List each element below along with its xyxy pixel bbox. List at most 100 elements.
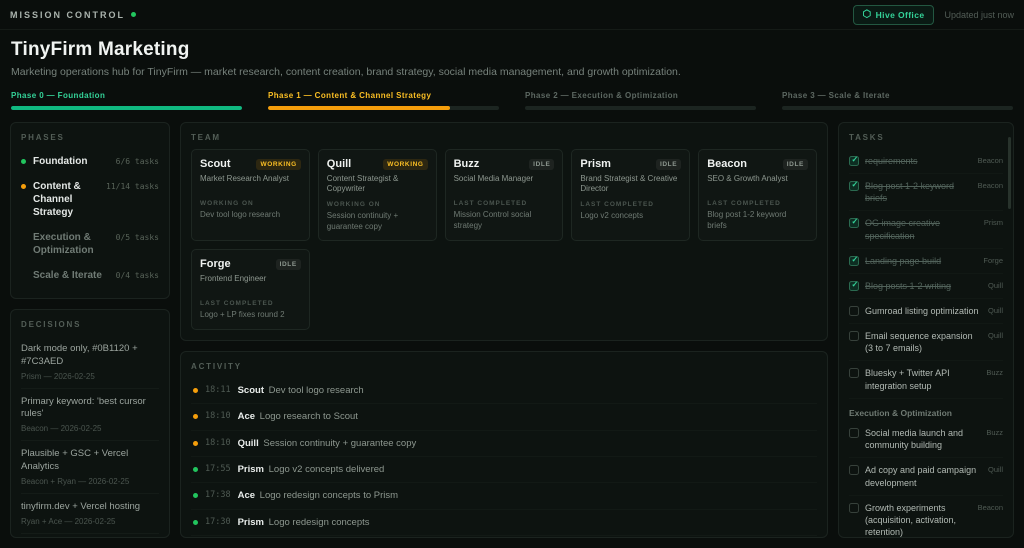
decision-list: Dark mode only, #0B1120 + #7C3AED Prism … [21,336,159,537]
phase-progress-bar: Phase 0 — Foundation Phase 1 — Content &… [0,81,1024,122]
phase-column: Phase 1 — Content & Channel Strategy [268,91,499,110]
team-member-card[interactable]: Buzz IDLE Social Media Manager LAST COMP… [444,149,564,242]
task-row: Gumroad listing optimization Quill [849,299,1003,325]
page-subtitle: Marketing operations hub for TinyFirm — … [11,66,681,78]
member-name: Forge [200,258,231,271]
phase-list-item[interactable]: Foundation 6/6 tasks [21,149,159,174]
activity-entry: 17:30 Prism Logo redesign concepts [191,510,817,536]
member-activity-label: LAST COMPLETED [580,200,654,208]
task-checkbox[interactable] [849,502,859,513]
activity-status-dot [193,519,198,525]
member-name: Buzz [453,158,480,170]
member-status-badge: IDLE [529,158,555,170]
phase-list-item[interactable]: Scale & Iterate 0/4 tasks [21,263,159,288]
member-header: Beacon IDLE [707,158,808,170]
activity-message: Prism Logo redesign concepts [238,516,370,529]
decision-meta: Beacon + Ryan — 2026-02-25 [21,476,130,486]
member-name: Beacon [707,158,747,170]
member-status-badge: IDLE [275,258,301,270]
task-row: Growth experiments (acquisition, activat… [849,496,1003,537]
phase-task-count: 11/14 tasks [106,182,159,191]
member-header: Buzz IDLE [454,158,555,170]
task-row: Blog posts 1-2 writing Quill [849,274,1003,299]
team-member-card[interactable]: Forge IDLE Frontend Engineer LAST COMPLE… [191,249,310,331]
task-checkbox[interactable] [849,368,859,379]
task-checkbox[interactable] [849,180,859,192]
main-grid: PHASES Foundation 6/6 tasks Content & Ch… [0,122,1024,548]
team-member-card[interactable]: Beacon IDLE SEO & Growth Analyst LAST CO… [698,149,817,242]
member-header: Prism IDLE [580,158,682,170]
brand: MISSION CONTROL [10,10,136,20]
team-member-card[interactable]: Quill WORKING Content Strategist & Copyw… [317,149,437,242]
decision-text: Plausible + GSC + Vercel Analytics [21,448,129,473]
activity-entry: 18:10 Ace Logo research to Scout [191,404,817,431]
phase-task-count: 6/6 tasks [115,157,159,166]
member-role: SEO & Growth Analyst [707,174,788,183]
activity-entry: 17:55 Prism Logo v2 concepts delivered [191,457,817,484]
member-current-task: Session continuity + guarantee copy [326,210,399,231]
decisions-panel: DECISIONS Dark mode only, #0B1120 + #7C3… [10,309,170,538]
activity-agent: Scout [237,385,264,397]
phase-column: Phase 0 — Foundation [11,91,242,110]
decisions-panel-title: DECISIONS [21,320,82,329]
member-current-task: Dev tool logo research [200,210,281,219]
activity-time: 18:10 [205,437,231,448]
phase-progress-track [11,106,242,110]
activity-time: 18:10 [205,411,231,422]
member-activity-label: LAST COMPLETED [453,200,528,207]
task-label: Email sequence expansion (3 to 7 emails) [865,331,973,354]
phase-list-item[interactable]: Execution & Optimization 0/5 tasks [21,225,159,263]
task-checkbox[interactable] [849,280,859,291]
activity-text: Logo research to Scout [259,411,358,423]
task-row: Email sequence expansion (3 to 7 emails)… [849,324,1003,362]
task-checkbox[interactable] [849,305,859,316]
task-checkbox[interactable] [849,331,859,342]
member-role: Market Research Analyst [200,174,289,183]
activity-panel: ACTIVITY 18:11 Scout Dev tool logo resea… [180,351,828,538]
activity-feed: 18:11 Scout Dev tool logo research 18:10… [191,378,817,537]
task-checkbox[interactable] [849,255,859,266]
activity-time: 18:11 [205,385,231,396]
activity-text: Session continuity + guarantee copy [263,437,417,449]
tasks-scrollbar[interactable] [1008,137,1011,209]
member-activity-label: LAST COMPLETED [200,300,274,308]
phase-label: Phase 0 — Foundation [11,91,106,100]
task-agent: Prism [983,218,1003,228]
task-agent: Quill [987,305,1003,315]
task-checkbox[interactable] [849,155,859,166]
task-row: Blog post 1-2 keyword briefs Beacon [849,174,1003,212]
task-checkbox[interactable] [849,217,859,229]
task-label: Growth experiments (acquisition, activat… [865,502,957,537]
task-checkbox[interactable] [849,465,859,476]
topbar: MISSION CONTROL ⬡ Hive Office Updated ju… [0,0,1024,30]
activity-status-dot [193,440,198,446]
hive-office-button[interactable]: ⬡ Hive Office [852,4,935,25]
member-status-badge: IDLE [655,158,682,170]
phase-label: Phase 1 — Content & Channel Strategy [268,91,432,100]
phase-progress-track [525,106,756,110]
hive-office-label: Hive Office [875,9,925,20]
team-member-card[interactable]: Scout WORKING Market Research Analyst WO… [191,149,310,242]
tasks-panel-title: TASKS [849,133,885,142]
team-member-card[interactable]: Prism IDLE Brand Strategist & Creative D… [571,149,691,242]
phase-name: Execution & Optimization [33,232,94,256]
member-status-badge: WORKING [383,158,428,170]
activity-agent: Prism [237,516,264,528]
task-row: Social media launch and community buildi… [849,421,1003,459]
activity-status-dot [193,414,198,420]
task-agent: Beacon [977,502,1003,512]
tasks-panel: TASKS requirements Beacon Blog post 1-2 … [838,122,1014,538]
decision-meta: Beacon — 2026-02-25 [21,424,102,434]
activity-agent: Ace [237,490,256,502]
member-status-badge: IDLE [782,158,808,170]
task-checkbox[interactable] [849,428,859,439]
phase-list-item[interactable]: Content & Channel Strategy 11/14 tasks [21,174,159,225]
task-row: Ad copy and paid campaign development Qu… [849,458,1003,496]
member-name: Quill [326,158,352,170]
member-header: Quill WORKING [327,158,428,170]
member-activity-label: LAST COMPLETED [707,200,781,207]
member-role: Frontend Engineer [200,274,267,284]
activity-status-dot [193,467,198,473]
task-agent: Quill [987,331,1003,341]
phase-task-count: 0/5 tasks [115,233,159,242]
